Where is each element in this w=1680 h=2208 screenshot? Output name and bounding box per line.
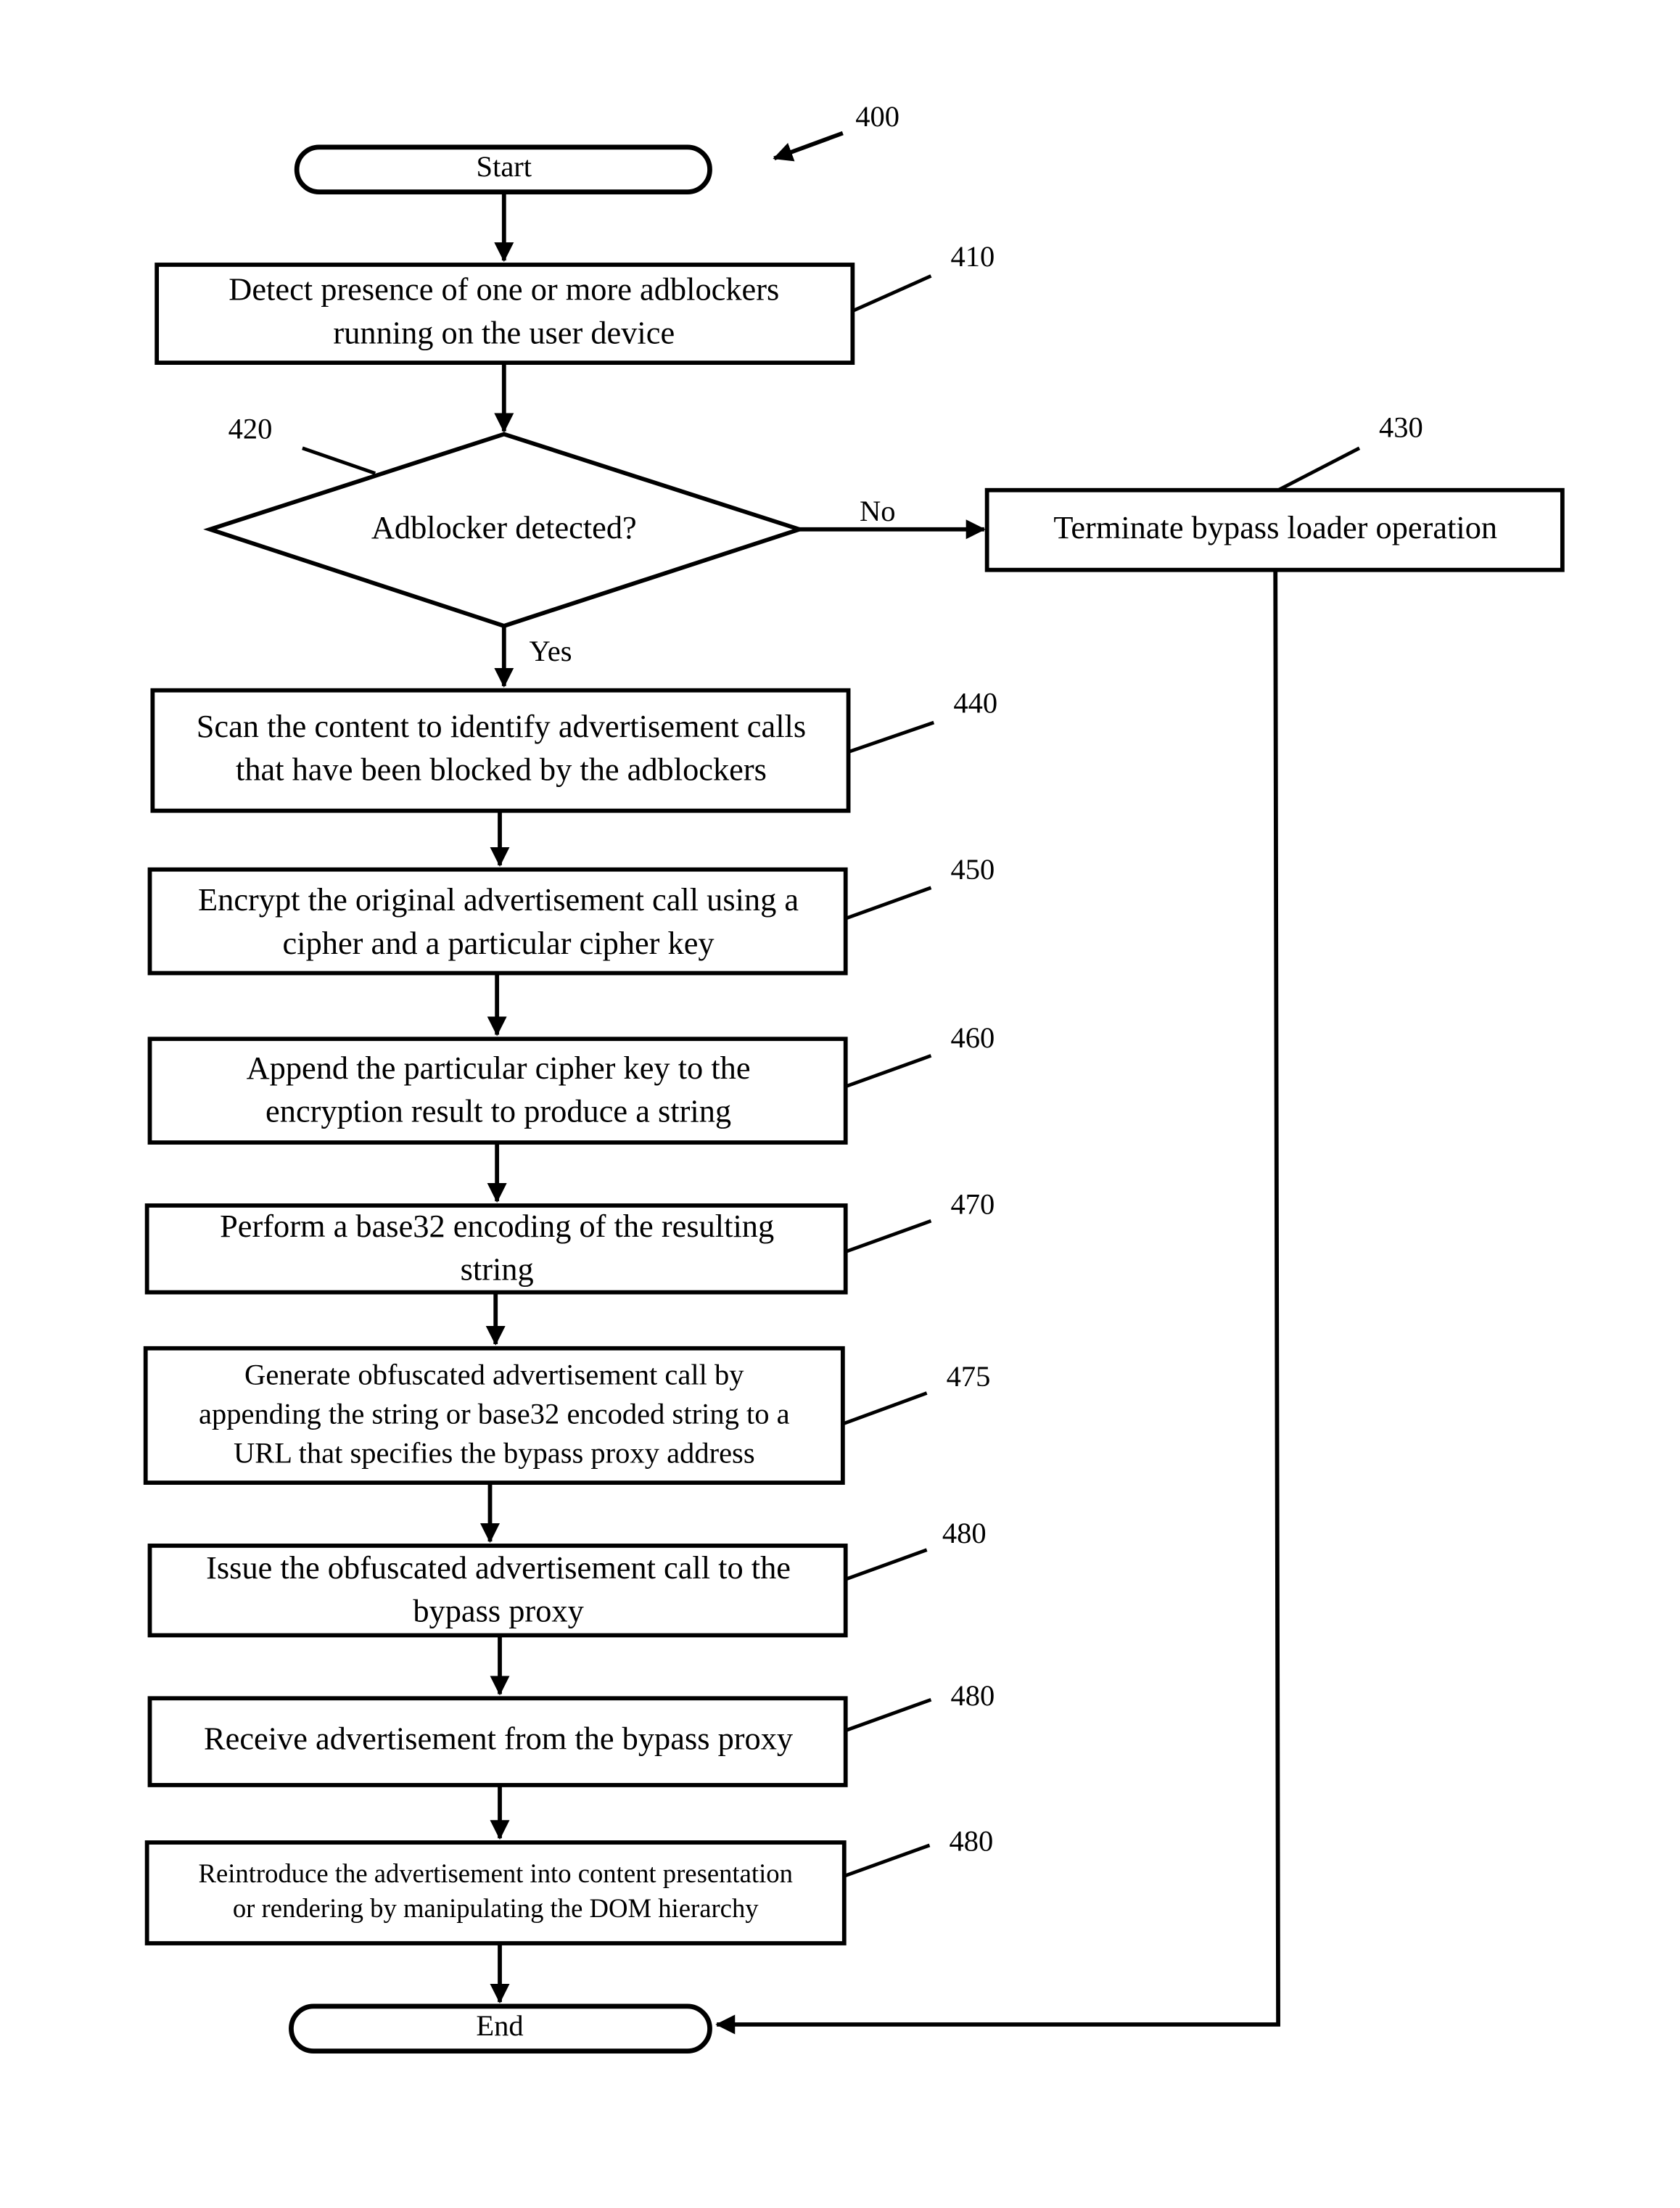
ref-475: 475 bbox=[947, 1360, 991, 1393]
figure-ref-arrow bbox=[773, 131, 844, 162]
ref-430: 430 bbox=[1379, 411, 1423, 443]
leader-480c bbox=[843, 1843, 931, 1878]
step-480-issue: Issue the obfuscated advertisement call … bbox=[147, 1517, 987, 1638]
step-450-line2: cipher and a particular cipher key bbox=[283, 925, 715, 961]
step-475-line1: Generate obfuscated advertisement call b… bbox=[244, 1359, 744, 1391]
step-470-line1: Perform a base32 encoding of the resulti… bbox=[220, 1208, 774, 1244]
step-460-line2: encryption result to produce a string bbox=[265, 1093, 731, 1129]
ref-480c: 480 bbox=[950, 1825, 994, 1858]
step-430-label: Terminate bypass loader operation bbox=[1053, 509, 1497, 545]
step-410: Detect presence of one or more adblocker… bbox=[155, 240, 995, 365]
leader-410 bbox=[852, 274, 932, 313]
start-terminal: Start bbox=[294, 144, 712, 194]
flowchart: 400 Start Detect presence of one or more… bbox=[143, 100, 1565, 2054]
ref-480a: 480 bbox=[942, 1517, 987, 1549]
ref-480b: 480 bbox=[950, 1679, 995, 1712]
step-410-line2: running on the user device bbox=[333, 315, 675, 351]
step-480a-line1: Issue the obfuscated advertisement call … bbox=[206, 1549, 791, 1586]
ref-460: 460 bbox=[950, 1021, 995, 1054]
step-475-line2: appending the string or base32 encoded s… bbox=[199, 1398, 790, 1430]
label-no: No bbox=[860, 495, 896, 527]
decision-420-label: Adblocker detected? bbox=[371, 509, 637, 545]
step-460: Append the particular cipher key to the … bbox=[147, 1021, 995, 1145]
step-440: Scan the content to identify advertiseme… bbox=[150, 687, 997, 813]
leader-450 bbox=[844, 886, 932, 920]
leader-420 bbox=[302, 446, 376, 475]
step-410-line1: Detect presence of one or more adblocker… bbox=[228, 271, 779, 308]
step-440-line2: that have been blocked by the adblockers bbox=[236, 751, 767, 788]
label-yes: Yes bbox=[530, 635, 572, 667]
step-470: Perform a base32 encoding of the resulti… bbox=[144, 1188, 995, 1295]
leader-480b bbox=[844, 1697, 932, 1732]
step-470-line2: string bbox=[461, 1251, 534, 1288]
step-430: Terminate bypass loader operation 430 bbox=[984, 411, 1565, 572]
step-480a-line2: bypass proxy bbox=[413, 1593, 584, 1629]
decision-420: Adblocker detected? 420 bbox=[203, 412, 807, 628]
ref-410: 410 bbox=[950, 240, 995, 273]
ref-440: 440 bbox=[953, 687, 997, 720]
step-460-line1: Append the particular cipher key to the bbox=[247, 1050, 751, 1086]
leader-475 bbox=[842, 1391, 928, 1426]
ref-470: 470 bbox=[950, 1188, 995, 1221]
step-480c-line1: Reintroduce the advertisement into conte… bbox=[199, 1858, 793, 1888]
ref-450: 450 bbox=[950, 853, 995, 886]
step-480b-label: Receive advertisement from the bypass pr… bbox=[204, 1720, 794, 1756]
end-terminal: End bbox=[289, 2003, 712, 2054]
ref-420: 420 bbox=[228, 412, 273, 445]
step-475-line3: URL that specifies the bypass proxy addr… bbox=[234, 1437, 755, 1470]
leader-440 bbox=[847, 720, 935, 754]
step-480-receive: Receive advertisement from the bypass pr… bbox=[147, 1679, 995, 1787]
step-480-reintroduce: Reintroduce the advertisement into conte… bbox=[144, 1825, 994, 1945]
leader-460 bbox=[844, 1054, 932, 1089]
step-450-line1: Encrypt the original advertisement call … bbox=[198, 881, 799, 918]
start-label: Start bbox=[477, 150, 532, 183]
figure-ref-400: 400 bbox=[855, 100, 899, 133]
step-440-line1: Scan the content to identify advertiseme… bbox=[197, 708, 806, 744]
end-label: End bbox=[476, 2009, 523, 2042]
leader-470 bbox=[844, 1219, 932, 1253]
step-480c-line2: or rendering by manipulating the DOM hie… bbox=[233, 1893, 759, 1923]
leader-480a bbox=[844, 1548, 928, 1581]
leader-430 bbox=[1277, 446, 1361, 492]
step-450: Encrypt the original advertisement call … bbox=[147, 853, 995, 976]
